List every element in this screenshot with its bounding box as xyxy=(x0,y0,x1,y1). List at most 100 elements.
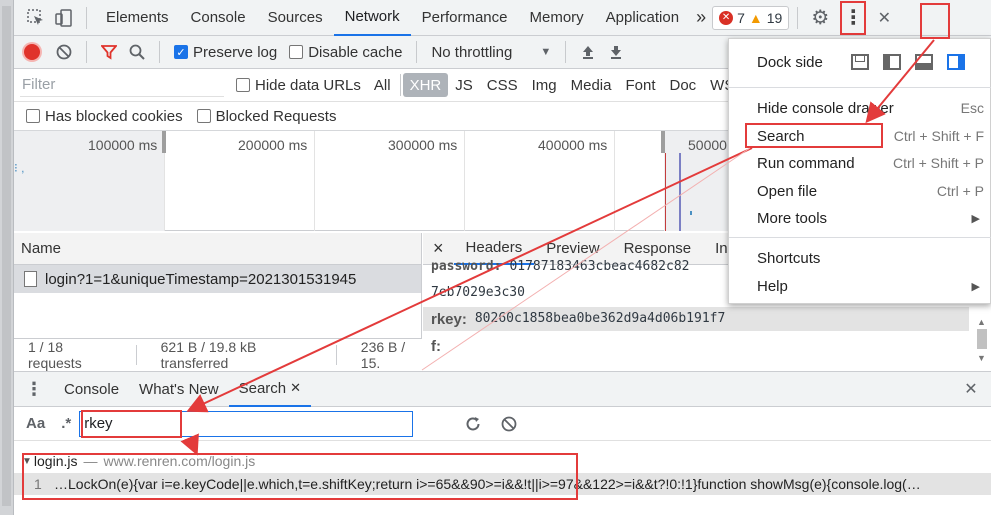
overview-tick-label: 200000 ms xyxy=(238,137,308,153)
drawer-tab-console[interactable]: Console xyxy=(54,372,129,407)
tab-performance[interactable]: Performance xyxy=(411,0,519,36)
dock-left-icon[interactable] xyxy=(883,54,901,70)
tab-memory[interactable]: Memory xyxy=(519,0,595,36)
filter-type-all[interactable]: All xyxy=(367,77,398,94)
search-icon[interactable] xyxy=(123,38,151,66)
filter-type-img[interactable]: Img xyxy=(525,77,564,94)
match-case-toggle[interactable]: Aa xyxy=(26,415,45,432)
overview-tick-label: 50000 xyxy=(688,137,727,153)
drawer-menu-kebab-icon[interactable]: ⋮ xyxy=(20,375,48,403)
overview-left-handle[interactable] xyxy=(162,131,166,153)
request-name: login?1=1&uniqueTimestamp=2021301531945 xyxy=(45,270,357,288)
requests-panel: Name login?1=1&uniqueTimestamp=202130153… xyxy=(14,233,422,371)
document-file-icon xyxy=(24,271,37,287)
record-button-icon[interactable] xyxy=(24,44,40,60)
resource-size: 236 B / 15. xyxy=(360,338,406,371)
filter-type-font[interactable]: Font xyxy=(618,77,662,94)
annotation-box-search-menu xyxy=(745,123,883,148)
tab-application[interactable]: Application xyxy=(595,0,690,36)
blocked-requests-checkbox[interactable]: Blocked Requests xyxy=(196,108,336,125)
filter-type-media[interactable]: Media xyxy=(564,77,619,94)
throttling-select[interactable]: No throttling ▼ xyxy=(431,44,551,61)
name-column-header[interactable]: Name xyxy=(14,233,421,265)
checkbox-box xyxy=(236,78,250,92)
annotation-box-kebab xyxy=(920,3,950,39)
menu-item-label: More tools xyxy=(757,209,828,227)
menu-item-shortcut: Ctrl + P xyxy=(936,183,984,199)
clear-search-icon[interactable] xyxy=(495,410,523,438)
gear-icon[interactable]: ⚙ xyxy=(806,4,834,32)
disable-cache-checkbox[interactable]: Disable cache xyxy=(289,44,402,61)
menu-item-hide-console-drawer[interactable]: Hide console drawer Esc xyxy=(729,95,991,121)
details-scrollbar[interactable]: ▲ ▼ xyxy=(975,299,989,369)
form-field-f: f: xyxy=(431,338,441,355)
filter-type-xhr[interactable]: XHR xyxy=(402,73,449,97)
filter-funnel-icon[interactable] xyxy=(95,38,123,66)
refresh-icon[interactable] xyxy=(459,410,487,438)
close-tab-icon[interactable]: ✕ xyxy=(290,380,301,396)
form-field-password: password: 01787183463cbeac4682c82 xyxy=(431,259,689,274)
warning-count: 19 xyxy=(766,9,783,26)
device-toolbar-icon[interactable] xyxy=(50,4,78,32)
scroll-up-arrow-icon[interactable]: ▲ xyxy=(977,317,986,327)
dropdown-caret-icon: ▼ xyxy=(540,46,552,58)
table-row[interactable]: login?1=1&uniqueTimestamp=2021301531945 xyxy=(14,265,421,293)
hide-data-urls-checkbox[interactable]: Hide data URLs xyxy=(236,77,361,94)
disable-cache-label: Disable cache xyxy=(308,43,403,61)
close-devtools-icon[interactable]: ✕ xyxy=(870,4,898,32)
filter-input[interactable]: Filter xyxy=(20,73,224,97)
overview-gridline xyxy=(614,131,615,231)
undock-icon[interactable] xyxy=(851,54,869,70)
status-divider xyxy=(135,344,137,365)
dock-side-label: Dock side xyxy=(757,53,823,71)
has-blocked-cookies-checkbox[interactable]: Has blocked cookies xyxy=(26,108,183,125)
issues-counter[interactable]: ✕ 7 ▲ 19 xyxy=(712,5,790,30)
filter-type-doc[interactable]: Doc xyxy=(662,77,703,94)
drawer-tab-search-label: Search xyxy=(238,379,287,397)
clear-icon[interactable] xyxy=(50,38,78,66)
tab-console[interactable]: Console xyxy=(180,0,257,36)
menu-item-more-tools[interactable]: More tools ▶ xyxy=(729,205,991,231)
dock-right-icon[interactable] xyxy=(947,54,965,70)
regex-toggle[interactable]: .* xyxy=(61,415,71,432)
filter-type-js[interactable]: JS xyxy=(448,77,480,94)
menu-item-run-command[interactable]: Run command Ctrl + Shift + P xyxy=(729,150,991,176)
customize-menu-kebab-icon[interactable]: ⋮ xyxy=(840,0,867,35)
overview-tick-label: 300000 ms xyxy=(388,137,458,153)
preserve-log-checkbox[interactable]: ✓ Preserve log xyxy=(174,44,277,61)
field-value: 80260c1858bea0be362d9a4d06b191f7 xyxy=(474,311,726,326)
overview-event-marker xyxy=(679,153,681,231)
name-column-label: Name xyxy=(21,240,62,257)
close-drawer-icon[interactable]: ✕ xyxy=(957,375,985,403)
tab-network[interactable]: Network xyxy=(333,0,411,36)
import-har-upload-icon[interactable] xyxy=(574,38,602,66)
checkmark-icon: ✓ xyxy=(174,45,188,59)
overview-tick-label: 100000 ms xyxy=(88,137,158,153)
network-overview-timeline[interactable]: 100000 ms 200000 ms 300000 ms 400000 ms … xyxy=(14,131,728,231)
filter-type-css[interactable]: CSS xyxy=(480,77,525,94)
has-blocked-cookies-label: Has blocked cookies xyxy=(45,107,183,125)
tab-elements[interactable]: Elements xyxy=(95,0,180,36)
inspect-element-icon[interactable] xyxy=(22,4,50,32)
dock-bottom-icon[interactable] xyxy=(915,54,933,70)
toolbar-divider xyxy=(159,41,160,63)
more-tabs-chevron-icon[interactable]: » xyxy=(690,0,712,36)
menu-item-label: Run command xyxy=(757,154,855,172)
customize-control-menu: Dock side Hide console drawer Esc Search… xyxy=(728,38,991,304)
menu-item-shortcuts[interactable]: Shortcuts xyxy=(729,245,991,271)
window-edge-scrollbar xyxy=(0,0,14,515)
drawer-tab-whats-new[interactable]: What's New xyxy=(129,372,229,407)
throttling-value: No throttling xyxy=(431,43,513,61)
overview-right-handle[interactable] xyxy=(661,131,665,153)
menu-item-help[interactable]: Help ▶ xyxy=(729,273,991,299)
scroll-down-arrow-icon[interactable]: ▼ xyxy=(977,353,986,363)
tab-sources[interactable]: Sources xyxy=(257,0,334,36)
export-har-download-icon[interactable] xyxy=(602,38,630,66)
toolbar-divider xyxy=(797,6,799,29)
annotation-box-search-input xyxy=(81,410,182,438)
field-key: f: xyxy=(431,338,441,355)
scrollbar-thumb[interactable] xyxy=(977,329,987,349)
menu-item-open-file[interactable]: Open file Ctrl + P xyxy=(729,178,991,204)
drawer-tab-search[interactable]: Search ✕ xyxy=(228,372,312,407)
scrollbar-thumb[interactable] xyxy=(2,6,11,506)
